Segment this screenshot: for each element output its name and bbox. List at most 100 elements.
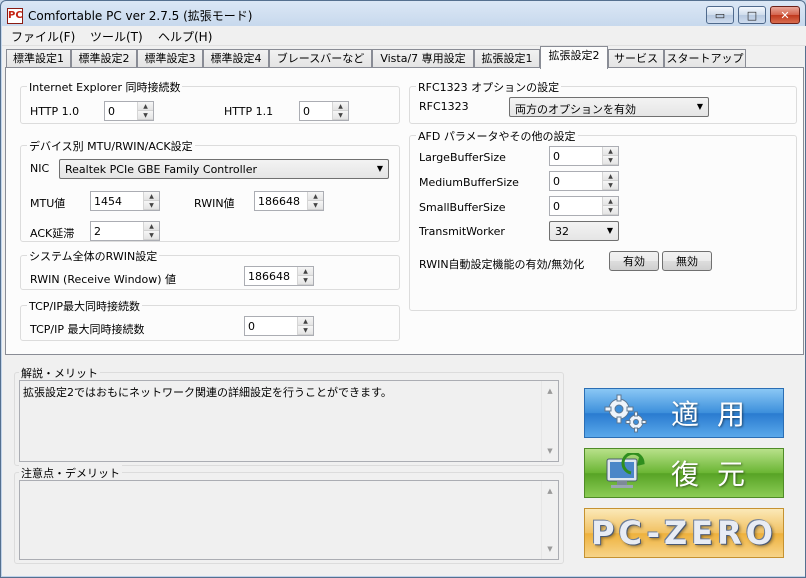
medium-buffer-value: 0 — [553, 175, 560, 188]
spin-down-icon[interactable]: ▼ — [308, 201, 323, 210]
group-title: デバイス別 MTU/RWIN/ACK設定 — [27, 138, 195, 154]
title-bar[interactable]: PC Comfortable PC ver 2.7.5 (拡張モード) ▭ □ … — [1, 1, 805, 29]
spin-down-icon[interactable]: ▼ — [298, 276, 313, 285]
rwin-auto-disable-button[interactable]: 無効 — [662, 251, 712, 271]
tcpip-label: TCP/IP 最大同時接続数 — [30, 323, 145, 336]
rfc1323-select[interactable]: 両方のオプションを有効 ▼ — [509, 97, 709, 117]
spin-up-icon[interactable]: ▲ — [144, 192, 159, 201]
tab-places-bar[interactable]: ブレースバーなど — [269, 49, 372, 68]
tab-standard-3[interactable]: 標準設定3 — [137, 49, 203, 68]
scroll-down-icon[interactable]: ▼ — [542, 545, 558, 553]
maximize-button[interactable]: □ — [738, 6, 766, 24]
tab-panel: Internet Explorer 同時接続数 HTTP 1.0 0 ▲ ▼ HT… — [5, 67, 804, 355]
small-buffer-label: SmallBufferSize — [419, 201, 506, 214]
transmit-worker-value: 32 — [555, 225, 569, 238]
menu-help[interactable]: ヘルプ(H) — [158, 28, 212, 45]
rwin-label: RWIN値 — [194, 197, 235, 210]
http11-label: HTTP 1.1 — [224, 105, 274, 118]
caution-text-area[interactable]: ▲ ▼ — [19, 480, 559, 560]
rwin-spinner[interactable]: 186648 ▲ ▼ — [254, 191, 324, 211]
mtu-spinner[interactable]: 1454 ▲ ▼ — [90, 191, 160, 211]
group-title: システム全体のRWIN設定 — [27, 248, 160, 264]
description-text: 拡張設定2ではおもにネットワーク関連の詳細設定を行うことができます。 — [23, 386, 392, 399]
app-window: PC Comfortable PC ver 2.7.5 (拡張モード) ▭ □ … — [0, 0, 806, 578]
tab-standard-1[interactable]: 標準設定1 — [6, 49, 71, 68]
spin-up-icon[interactable]: ▲ — [603, 172, 618, 181]
ack-spinner[interactable]: 2 ▲ ▼ — [90, 221, 160, 241]
tab-standard-4[interactable]: 標準設定4 — [203, 49, 269, 68]
rwin-auto-enable-button[interactable]: 有効 — [609, 251, 659, 271]
http10-spinner[interactable]: 0 ▲ ▼ — [104, 101, 154, 121]
description-text-area[interactable]: 拡張設定2ではおもにネットワーク関連の詳細設定を行うことができます。 ▲ ▼ — [19, 380, 559, 462]
spin-up-icon[interactable]: ▲ — [333, 102, 348, 111]
http11-spinner[interactable]: 0 ▲ ▼ — [299, 101, 349, 121]
apply-button[interactable]: 適用 — [584, 388, 784, 438]
group-title: AFD パラメータやその他の設定 — [416, 128, 578, 144]
mtu-value: 1454 — [94, 195, 122, 208]
apply-label: 適用 — [671, 398, 764, 431]
transmit-worker-select[interactable]: 32 ▼ — [549, 221, 619, 241]
menu-tools[interactable]: ツール(T) — [90, 28, 143, 45]
tab-extended-2[interactable]: 拡張設定2 — [540, 46, 608, 69]
close-button[interactable]: ✕ — [770, 6, 800, 24]
spin-down-icon[interactable]: ▼ — [138, 111, 153, 120]
app-icon[interactable]: PC — [7, 8, 23, 24]
system-rwin-label: RWIN (Receive Window) 値 — [30, 273, 177, 286]
small-buffer-value: 0 — [553, 200, 560, 213]
pc-zero-button[interactable]: PC-ZERO — [584, 508, 784, 558]
scroll-up-icon[interactable]: ▲ — [542, 487, 558, 495]
spin-down-icon[interactable]: ▼ — [603, 206, 618, 215]
spin-down-icon[interactable]: ▼ — [144, 201, 159, 210]
pc-zero-logo-text: PC-ZERO — [591, 514, 777, 552]
chevron-down-icon: ▼ — [696, 102, 703, 111]
caution-title: 注意点・デメリット — [19, 465, 122, 481]
spin-up-icon[interactable]: ▲ — [308, 192, 323, 201]
scroll-down-icon[interactable]: ▼ — [542, 447, 558, 455]
tab-services[interactable]: サービス — [608, 49, 664, 68]
tab-vista7[interactable]: Vista/7 専用設定 — [372, 49, 474, 68]
spin-down-icon[interactable]: ▼ — [333, 111, 348, 120]
medium-buffer-spinner[interactable]: 0 ▲ ▼ — [549, 171, 619, 191]
minimize-icon: ▭ — [714, 8, 726, 22]
rfc1323-label: RFC1323 — [419, 100, 469, 113]
nic-label: NIC — [30, 162, 50, 175]
tab-startup[interactable]: スタートアップ — [664, 49, 746, 68]
rwin-value: 186648 — [258, 195, 300, 208]
tcpip-spinner[interactable]: 0 ▲ ▼ — [244, 316, 314, 336]
spin-up-icon[interactable]: ▲ — [144, 222, 159, 231]
minimize-button[interactable]: ▭ — [706, 6, 734, 24]
scroll-up-icon[interactable]: ▲ — [542, 387, 558, 395]
spin-up-icon[interactable]: ▲ — [138, 102, 153, 111]
spin-up-icon[interactable]: ▲ — [603, 147, 618, 156]
large-buffer-label: LargeBufferSize — [419, 151, 506, 164]
spin-up-icon[interactable]: ▲ — [603, 197, 618, 206]
tab-standard-2[interactable]: 標準設定2 — [71, 49, 137, 68]
spin-up-icon[interactable]: ▲ — [298, 267, 313, 276]
http10-label: HTTP 1.0 — [30, 105, 80, 118]
rfc1323-value: 両方のオプションを有効 — [515, 103, 636, 116]
large-buffer-value: 0 — [553, 150, 560, 163]
nic-select[interactable]: Realtek PCIe GBE Family Controller ▼ — [59, 159, 389, 179]
system-rwin-spinner[interactable]: 186648 ▲ ▼ — [244, 266, 314, 286]
chevron-down-icon: ▼ — [606, 226, 613, 235]
spin-down-icon[interactable]: ▼ — [298, 326, 313, 335]
restore-button[interactable]: 復元 — [584, 448, 784, 498]
spin-down-icon[interactable]: ▼ — [603, 156, 618, 165]
large-buffer-spinner[interactable]: 0 ▲ ▼ — [549, 146, 619, 166]
tab-extended-1[interactable]: 拡張設定1 — [474, 49, 540, 68]
computer-restore-icon — [606, 453, 645, 488]
spin-down-icon[interactable]: ▼ — [144, 231, 159, 240]
group-title: TCP/IP最大同時接続数 — [27, 298, 142, 314]
menu-file[interactable]: ファイル(F) — [11, 28, 75, 45]
vertical-scrollbar[interactable]: ▲ ▼ — [541, 381, 558, 461]
window-title: Comfortable PC ver 2.7.5 (拡張モード) — [28, 9, 253, 23]
http10-value: 0 — [108, 105, 115, 118]
caution-panel: 注意点・デメリット ▲ ▼ — [14, 465, 564, 564]
small-buffer-spinner[interactable]: 0 ▲ ▼ — [549, 196, 619, 216]
system-rwin-value: 186648 — [248, 270, 290, 283]
vertical-scrollbar[interactable]: ▲ ▼ — [541, 481, 558, 559]
ack-value: 2 — [94, 225, 101, 238]
spin-down-icon[interactable]: ▼ — [603, 181, 618, 190]
group-title: RFC1323 オプションの設定 — [416, 79, 562, 95]
spin-up-icon[interactable]: ▲ — [298, 317, 313, 326]
